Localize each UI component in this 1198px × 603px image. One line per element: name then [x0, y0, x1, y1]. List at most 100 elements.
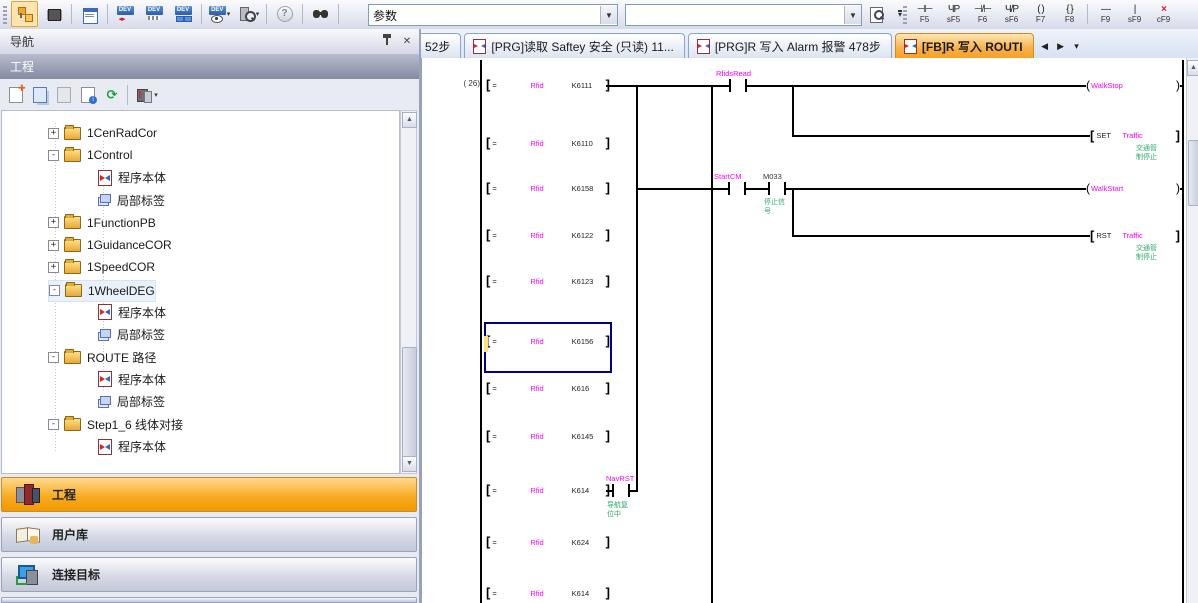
nav-button-connection[interactable]: 连接目标 — [1, 557, 417, 592]
collapse-icon[interactable]: - — [49, 285, 60, 296]
pin-icon[interactable] — [379, 34, 395, 49]
device-view-button[interactable]: ▾ — [132, 84, 162, 106]
tree-item-1GuidanceCOR[interactable]: +1GuidanceCOR — [48, 235, 172, 255]
new-data-button[interactable]: ✚ — [5, 84, 27, 106]
tree-scrollbar[interactable]: ▲ ▼ — [400, 110, 417, 474]
document-tab-1[interactable]: [PRG]读取 Saftey 安全 (只读) 11... — [464, 33, 684, 58]
scroll-up-icon[interactable]: ▲ — [402, 112, 417, 128]
tree-item-局部标签[interactable]: 局部标签 — [98, 325, 165, 345]
ladder-symbol-button-F9[interactable]: —F9 — [1091, 1, 1120, 27]
find-button[interactable] — [307, 1, 334, 27]
nav-button-user-library[interactable]: 用户库 — [1, 517, 417, 552]
project-tree[interactable]: +1CenRadCor-1Control程序本体局部标签+1FunctionPB… — [1, 110, 400, 474]
document-tab-0[interactable]: 52步 — [421, 33, 461, 58]
tree-item-1FunctionPB[interactable]: +1FunctionPB — [48, 213, 156, 233]
ladder-symbol-button-sF6[interactable]: Ч/РsF6 — [997, 1, 1026, 27]
scroll-down-icon[interactable]: ▼ — [402, 456, 417, 472]
tree-item-程序本体[interactable]: 程序本体 — [98, 302, 166, 322]
device-search-button[interactable]: ▾ — [235, 1, 262, 27]
instruction-set-traffic[interactable]: [ SET Traffic ] — [1090, 127, 1180, 143]
tree-scrollbar-thumb[interactable] — [402, 347, 417, 457]
contact-nav-rst[interactable] — [612, 484, 630, 497]
expand-icon[interactable]: + — [48, 128, 59, 139]
nav-button-project[interactable]: 工程 — [1, 477, 417, 512]
ladder-symbol-button-F7[interactable]: ( )F7 — [1026, 1, 1055, 27]
toolbar-grip[interactable] — [3, 6, 7, 26]
tree-item-1SpeedCOR[interactable]: +1SpeedCOR — [48, 257, 155, 277]
tab-scroll-left-button[interactable]: ◀ — [1038, 37, 1052, 55]
instruction-rst-traffic[interactable]: [ RST Traffic ] — [1090, 227, 1180, 243]
tree-item-ROUTE-路径[interactable]: -ROUTE 路径 — [48, 347, 156, 367]
contact-start-cm[interactable] — [728, 182, 746, 195]
instruction-op: SET — [1096, 131, 1122, 140]
tree-item-1WheelDEG[interactable]: -1WheelDEG — [48, 280, 156, 302]
property-button[interactable]: i — [77, 84, 99, 106]
program-list-button[interactable] — [76, 1, 103, 27]
device-batch-button[interactable]: DEV — [170, 1, 197, 27]
tab-list-button[interactable]: ▾ — [1070, 37, 1084, 55]
module-config-button[interactable] — [40, 1, 67, 27]
compare-block-7[interactable]: [=RfidK6145] — [486, 427, 610, 445]
tree-item-程序本体[interactable]: 程序本体 — [98, 369, 166, 389]
compare-block-0[interactable]: [=RfidK6111] — [486, 76, 610, 94]
ladder-symbol-button-sF5[interactable]: ЧРsF5 — [939, 1, 968, 27]
editor-scrollbar-thumb[interactable] — [1188, 140, 1198, 206]
ladder-symbol-button-F8[interactable]: { }F8 — [1055, 1, 1084, 27]
document-tab-3[interactable]: [FB]R 写入 ROUTI — [895, 33, 1034, 58]
contact-rfids-read[interactable] — [729, 79, 747, 92]
device-display-button[interactable]: DEV ▾ — [206, 1, 233, 27]
collapse-icon[interactable]: - — [48, 150, 59, 161]
step-number: ( 26) — [436, 79, 480, 88]
refresh-button[interactable]: ⟳ — [101, 84, 123, 106]
doc-search-button[interactable] — [863, 1, 890, 27]
compare-block-1[interactable]: [=RfidK6110] — [486, 134, 610, 152]
combo-dropdown-icon[interactable]: ▼ — [600, 6, 617, 24]
tree-item-1CenRadCor[interactable]: +1CenRadCor — [48, 123, 157, 143]
contact-m033[interactable] — [768, 182, 786, 195]
ladder-symbol-button-cF9[interactable]: ×cF9 — [1149, 1, 1178, 27]
nav-button-partial[interactable] — [1, 597, 417, 603]
tree-item-label: Step1_6 线体对接 — [87, 416, 183, 433]
compare-block-10[interactable]: [=RfidK614] — [486, 584, 610, 602]
collapse-icon[interactable]: - — [48, 352, 59, 363]
tree-item-1Control[interactable]: -1Control — [48, 145, 132, 165]
scroll-up-icon[interactable]: ▲ — [1187, 60, 1198, 76]
help-button[interactable]: ? — [271, 1, 298, 27]
ladder-editor[interactable]: ( 26) RfidsRead StartCM M033 停止信号 NavRST… — [421, 58, 1198, 603]
tree-item-程序本体[interactable]: 程序本体 — [98, 168, 166, 188]
project-view-button[interactable] — [11, 1, 38, 27]
tree-item-Step1_6-线体对接[interactable]: - Step1_6 线体对接 — [48, 414, 183, 434]
tree-item-程序本体[interactable]: 程序本体 — [98, 437, 166, 457]
tree-item-局部标签[interactable]: 局部标签 — [98, 190, 165, 210]
compare-block-3[interactable]: [=RfidK6122] — [486, 226, 610, 244]
editor-scrollbar[interactable]: ▲ — [1186, 58, 1198, 603]
close-icon[interactable]: ✕ — [399, 34, 415, 49]
tree-item-局部标签[interactable]: 局部标签 — [98, 392, 165, 412]
compare-block-9[interactable]: [=RfidK624] — [486, 533, 610, 551]
device-memory-button[interactable]: DEV — [141, 1, 168, 27]
ladder-symbol-button-F5[interactable]: ⊣⊢F5 — [910, 1, 939, 27]
compare-block-8[interactable]: [=RfidK614] — [486, 481, 610, 499]
expand-icon[interactable]: + — [48, 262, 59, 273]
ladder-symbol-button-F6[interactable]: ⊣/⊢F6 — [968, 1, 997, 27]
copy-button[interactable] — [29, 84, 51, 106]
tab-scroll-right-button[interactable]: ▶ — [1054, 37, 1068, 55]
expand-icon[interactable]: + — [48, 217, 59, 228]
device-comment: 交通管制停止 — [1136, 144, 1157, 162]
parameter-combo[interactable]: 参数 ▼ — [368, 4, 618, 26]
compare-block-6[interactable]: [=RfidK616] — [486, 379, 610, 397]
compare-block-2[interactable]: [=RfidK6158] — [486, 179, 610, 197]
secondary-combo[interactable]: ▼ — [625, 4, 862, 26]
document-tab-2[interactable]: [PRG]R 写入 Alarm 报警 478步 — [688, 33, 892, 58]
device-comment-button[interactable]: DEV ◂▸ — [112, 1, 139, 27]
expand-icon[interactable]: + — [48, 240, 59, 251]
coil-walk-start[interactable]: ( WalkStart ) — [1086, 181, 1180, 196]
collapse-icon[interactable]: - — [48, 419, 59, 430]
compare-block-4[interactable]: [=RfidK6123] — [486, 272, 610, 290]
ladder-symbol-button-sF9[interactable]: |sF9 — [1120, 1, 1149, 27]
compare-value: K6145 — [572, 432, 606, 441]
coil-walk-stop[interactable]: ( WalkStop ) — [1086, 78, 1180, 93]
combo-dropdown-icon[interactable]: ▼ — [844, 6, 861, 24]
toolbar-grip[interactable] — [903, 6, 907, 26]
paste-button[interactable] — [53, 84, 75, 106]
